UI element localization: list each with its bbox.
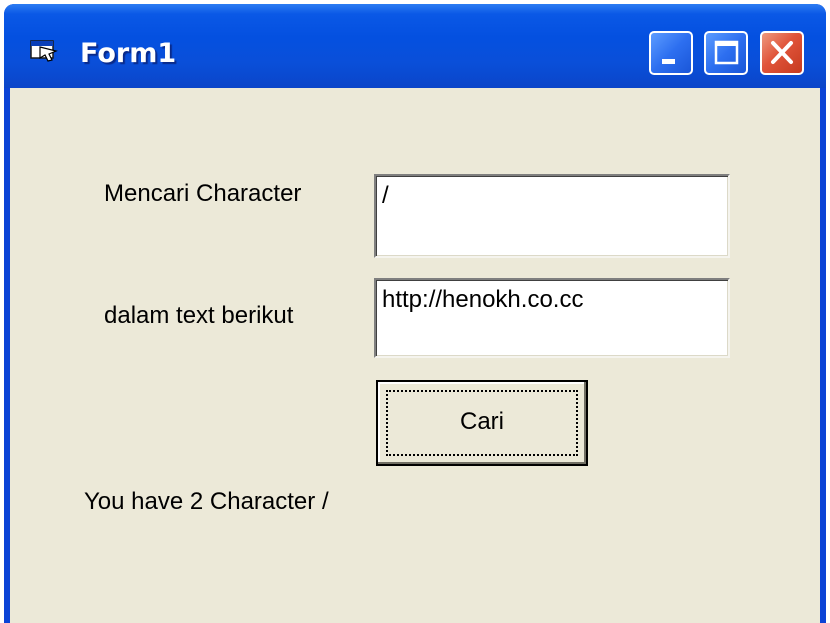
text-input[interactable]: http://henokh.co.cc (374, 278, 730, 358)
search-char-label: Mencari Character (104, 180, 302, 207)
minimize-button[interactable] (649, 31, 693, 75)
maximize-button[interactable] (704, 31, 748, 75)
close-icon (771, 41, 793, 64)
close-button[interactable] (760, 31, 804, 75)
result-label: You have 2 Character / (84, 488, 329, 515)
maximize-icon (714, 40, 739, 65)
window-title: Form1 (80, 38, 177, 69)
text-label: dalam text berikut (104, 302, 294, 329)
cari-button-label: Cari (459, 408, 504, 435)
search-char-input[interactable]: / (374, 174, 730, 258)
form-window-icon[interactable] (30, 38, 58, 62)
cari-button[interactable]: Cari (376, 380, 588, 466)
title-bar[interactable]: Form1 (4, 4, 826, 88)
form1-window: Form1 Mencari Character / dalam text ber… (4, 4, 826, 623)
minimize-icon (662, 59, 675, 64)
form-client-area: Mencari Character / dalam text berikut h… (10, 88, 820, 623)
